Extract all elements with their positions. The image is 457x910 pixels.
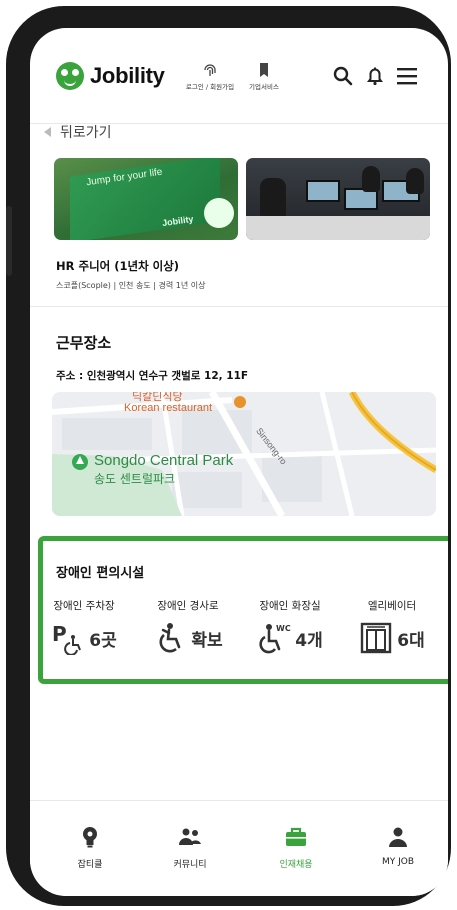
ramp-accessible-icon: [159, 623, 181, 653]
person-shape: [260, 178, 286, 218]
briefcase-icon: [286, 827, 306, 846]
bell-icon[interactable]: [364, 65, 386, 87]
banner-image: Jump for your life Jobility: [54, 158, 238, 240]
user-icon: [389, 827, 407, 847]
nav-label: 잡티클: [77, 860, 103, 870]
person-shape: [362, 166, 380, 192]
job-meta: 스코플(Scople) | 인천 송도 | 경력 1년 이상: [56, 281, 206, 290]
nav-item-recruit[interactable]: 인재채용: [256, 825, 336, 870]
desk-shape: [246, 216, 430, 240]
back-arrow-icon: [44, 127, 51, 137]
map-park-ko: 송도 센트럴파크: [94, 472, 176, 486]
facility-parking: 장애인 주차장 P 6곳: [32, 598, 136, 655]
fingerprint-icon: [204, 64, 216, 76]
nav-label: 커뮤니티: [173, 860, 207, 870]
login-signup-label: 로그인 / 회원가입: [185, 83, 235, 91]
svg-text:P: P: [52, 622, 67, 646]
workplace-title: 근무장소: [56, 334, 112, 352]
screen: Jobility 로그인 / 회원가입 기업서비스 뒤로가기 Jump for …: [30, 28, 448, 896]
office-photo: [246, 158, 430, 240]
divider: [30, 306, 448, 307]
phone-frame: Jobility 로그인 / 회원가입 기업서비스 뒤로가기 Jump for …: [6, 6, 451, 906]
elevator-icon: [361, 622, 392, 654]
facility-restroom: 장애인 화장실 WC 4개: [238, 598, 342, 655]
back-label: 뒤로가기: [60, 125, 112, 141]
nav-item-jobticle[interactable]: 잡티클: [50, 825, 130, 870]
frog-mascot-icon: [204, 198, 234, 228]
monitor-shape: [306, 180, 340, 202]
facility-value: 확보: [191, 630, 223, 651]
app-header: Jobility 로그인 / 회원가입 기업서비스: [30, 28, 448, 124]
business-service-label: 기업서비스: [249, 83, 279, 91]
person-shape: [406, 168, 424, 194]
location-map[interactable]: 딕칼딘식당 Korean restaurant Sinsong-ro Songd…: [52, 392, 436, 516]
bottom-navigation: 잡티클 커뮤니티 인재채용 MY JOB: [30, 800, 448, 896]
bookmark-icon: [260, 63, 268, 77]
facility-value: 6대: [397, 630, 425, 651]
facility-label: 장애인 주차장: [53, 600, 115, 612]
facility-label: 장애인 경사로: [157, 600, 219, 612]
facility-label: 엘리베이터: [367, 600, 417, 612]
people-icon: [179, 828, 201, 845]
wc-accessible-icon: WC: [259, 624, 291, 654]
menu-icon[interactable]: [396, 65, 418, 87]
workplace-address: 주소 : 인천광역시 연수구 갯벌로 12, 11F: [56, 370, 249, 382]
parking-accessible-icon: P: [52, 622, 82, 655]
back-link[interactable]: 뒤로가기: [44, 120, 112, 144]
facility-ramp: 장애인 경사로 확보: [136, 598, 240, 655]
brand-logo[interactable]: Jobility: [56, 62, 165, 90]
lightbulb-icon: [83, 827, 97, 848]
brand-name: Jobility: [90, 63, 165, 88]
nav-label: MY JOB: [381, 857, 415, 867]
search-icon[interactable]: [332, 65, 354, 87]
frog-logo-icon: [56, 62, 84, 90]
business-service-link[interactable]: 기업서비스: [234, 62, 294, 91]
facility-value: 6곳: [89, 630, 117, 651]
facility-value: 4개: [295, 630, 323, 651]
facilities-title: 장애인 편의시설: [56, 566, 145, 581]
facility-elevator: 엘리베이터 6대: [340, 598, 444, 655]
nav-label: 인재채용: [279, 860, 313, 870]
facility-label: 장애인 화장실: [259, 600, 321, 612]
map-park-en: Songdo Central Park: [94, 452, 234, 469]
map-poi-en: Korean restaurant: [124, 402, 213, 414]
phone-side-button: [6, 206, 12, 276]
nav-item-myjob[interactable]: MY JOB: [358, 825, 438, 867]
nav-item-community[interactable]: 커뮤니티: [150, 825, 230, 870]
svg-text:WC: WC: [276, 624, 291, 633]
job-title: HR 주니어 (1년차 이상): [56, 259, 180, 273]
login-signup-link[interactable]: 로그인 / 회원가입: [180, 62, 240, 91]
